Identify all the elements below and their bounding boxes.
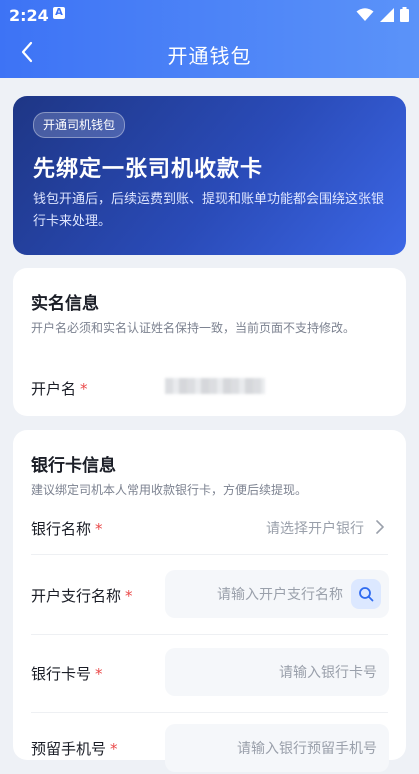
- bank-name-select[interactable]: 请选择开户银行: [31, 516, 388, 552]
- bank-section-description: 建议绑定司机本人常用收款银行卡，方便后续提现。: [31, 483, 308, 497]
- card-number-label-text: 银行卡号: [31, 665, 92, 683]
- divider: [31, 712, 388, 713]
- account-name-value-masked: [165, 378, 265, 394]
- chevron-right-icon: [376, 520, 384, 534]
- status-bar: 2:24 A: [0, 0, 419, 28]
- card-number-field[interactable]: [165, 648, 389, 698]
- card-number-label: 银行卡号 *: [31, 663, 103, 684]
- hero-banner: 开通司机钱包 先绑定一张司机收款卡 钱包开通后，后续运费到账、提现和账单功能都会…: [13, 96, 406, 255]
- reserved-phone-label: 预留手机号 *: [31, 738, 118, 759]
- bank-name-placeholder: 请选择开户银行: [266, 521, 364, 537]
- reserved-phone-input[interactable]: [179, 724, 379, 774]
- search-icon: [359, 587, 374, 602]
- account-name-label: 开户名 *: [31, 378, 88, 399]
- bank-card-section: 银行卡信息 建议绑定司机本人常用收款银行卡，方便后续提现。 银行名称 * 请选择开…: [13, 430, 406, 774]
- branch-name-label: 开户支行名称 *: [31, 585, 133, 606]
- branch-search-button[interactable]: [351, 579, 381, 609]
- hero-title: 先绑定一张司机收款卡: [33, 157, 264, 182]
- status-time: 2:24: [9, 6, 49, 25]
- wifi-icon: [356, 7, 374, 21]
- reserved-phone-label-text: 预留手机号: [31, 740, 107, 758]
- hero-description: 钱包开通后，后续运费到账、提现和账单功能都会围绕这张银行卡来处理。: [33, 192, 385, 229]
- required-mark: *: [125, 587, 133, 605]
- required-mark: *: [80, 380, 88, 398]
- cellular-signal-icon: [380, 7, 394, 22]
- page-title: 开通钱包: [167, 44, 252, 68]
- nav-bar: 开通钱包: [0, 28, 419, 78]
- account-name-label-text: 开户名: [31, 380, 77, 398]
- status-icons: [356, 7, 409, 22]
- branch-name-label-text: 开户支行名称: [31, 587, 122, 605]
- reserved-phone-field[interactable]: [165, 724, 389, 774]
- required-mark: *: [95, 665, 103, 683]
- bank-section-title: 银行卡信息: [31, 456, 116, 476]
- divider: [31, 554, 388, 555]
- battery-icon: [400, 7, 409, 22]
- realname-card: 实名信息 开户名必须和实名认证姓名保持一致，当前页面不支持修改。 开户名 *: [13, 268, 406, 416]
- app-header: 2:24 A 开通钱包: [0, 0, 419, 78]
- branch-name-field[interactable]: [165, 570, 389, 620]
- realname-description: 开户名必须和实名认证姓名保持一致，当前页面不支持修改。: [31, 321, 356, 335]
- branch-name-input[interactable]: [179, 570, 345, 620]
- notification-a-icon: A: [53, 7, 65, 19]
- required-mark: *: [110, 740, 118, 758]
- card-number-input[interactable]: [179, 648, 379, 698]
- divider: [31, 634, 388, 635]
- hero-chip: 开通司机钱包: [33, 112, 126, 138]
- realname-title: 实名信息: [31, 294, 99, 314]
